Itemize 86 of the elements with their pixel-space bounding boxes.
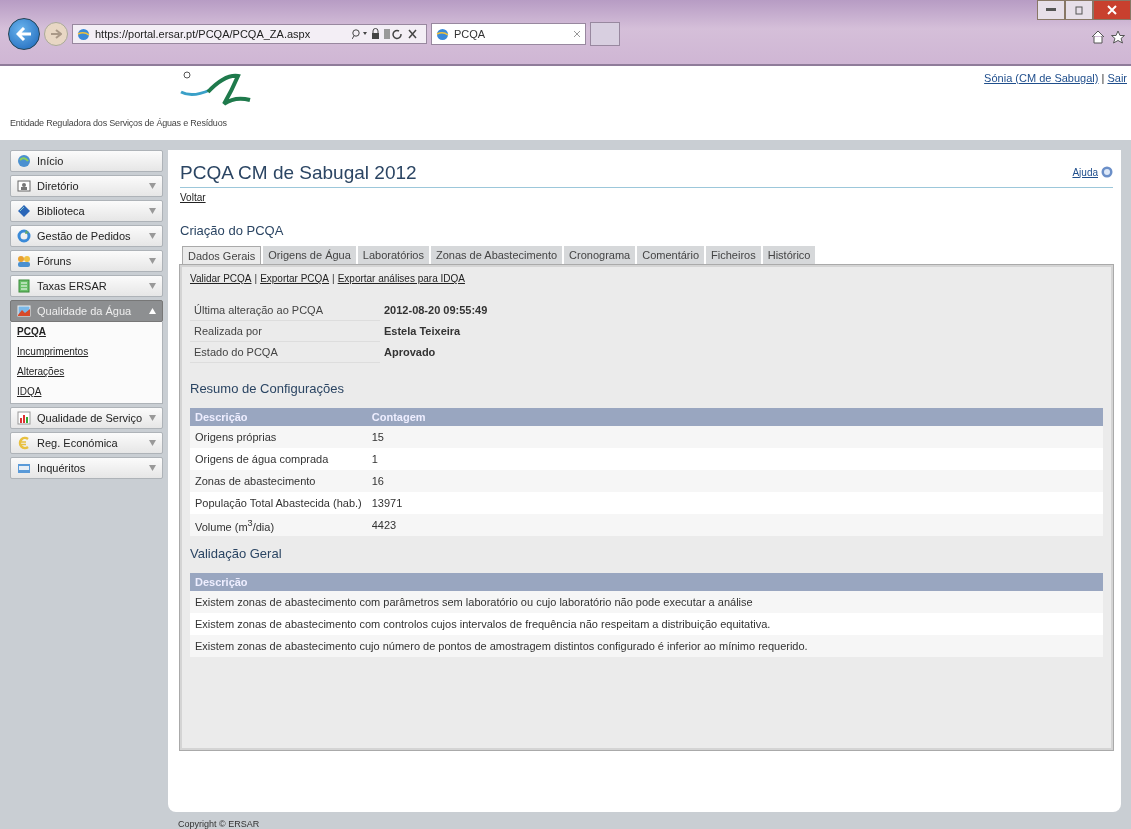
page-title: PCQA CM de Sabugal 2012 — [180, 162, 417, 184]
action-link[interactable]: Validar PCQA — [190, 273, 252, 284]
table-cell: Origens próprias — [190, 426, 367, 448]
table-cell: 1 — [366, 448, 1103, 470]
submenu-link[interactable]: Alterações — [17, 366, 65, 377]
euro-icon — [17, 436, 31, 450]
sidebar-item[interactable]: Inquéritos — [10, 457, 163, 479]
separator-text: | — [1101, 72, 1105, 84]
action-link[interactable]: Exportar PCQA — [260, 273, 330, 284]
submenu-link[interactable]: IDQA — [17, 386, 42, 397]
section-title: Resumo de Configurações — [190, 381, 345, 396]
caret-icon — [149, 440, 156, 446]
tab[interactable]: Origens de Água — [263, 246, 356, 265]
spreadsheet-icon — [17, 279, 31, 293]
sidebar-item[interactable]: Diretório — [10, 175, 163, 197]
table-cell: 16 — [366, 470, 1103, 492]
column-header: Descrição — [190, 408, 367, 426]
contact-card-icon — [17, 179, 31, 193]
help-link[interactable]: Ajuda — [1072, 166, 1098, 178]
caret-icon — [149, 465, 156, 471]
minimize-icon — [1046, 8, 1056, 12]
table-cell: Existem zonas de abastecimento com parâmetros sem laboratório ou cujo laboratório não pode executar a análise — [190, 591, 1103, 613]
book-icon — [17, 204, 31, 218]
column-header: Descrição — [190, 573, 1103, 591]
sidebar-item[interactable]: Taxas ERSAR — [10, 275, 163, 297]
table-cell: Existem zonas de abastecimento cujo número de pontos de amostragem distintos configurado é inferior ao mínimo requerido. — [190, 635, 1103, 657]
caret-icon — [149, 308, 156, 314]
browser-tab[interactable]: PCQA — [431, 23, 586, 45]
separator-text: | — [254, 273, 258, 284]
help-icon[interactable] — [1101, 166, 1113, 178]
star-icon[interactable] — [1111, 30, 1125, 44]
logout-link[interactable]: Sair — [1107, 72, 1127, 84]
globe-icon — [17, 154, 31, 168]
back-link[interactable]: Voltar — [180, 192, 206, 203]
section-title: Criação do PCQA — [180, 223, 285, 238]
close-icon — [1107, 5, 1117, 15]
minimize-button[interactable] — [1037, 0, 1065, 20]
home-icon[interactable] — [1091, 30, 1105, 44]
section-title: Validação Geral — [190, 546, 283, 561]
back-button[interactable] — [8, 18, 40, 50]
address-bar[interactable]: https://portal.ersar.pt/PCQA/PCQA_ZA.aspx — [72, 24, 427, 44]
tab[interactable]: Ficheiros — [706, 246, 761, 265]
maximize-button[interactable] — [1065, 0, 1093, 20]
sidebar-item[interactable]: Qualidade de Serviço — [10, 407, 163, 429]
table-cell: Zonas de abastecimento — [190, 470, 367, 492]
separator-text: | — [332, 273, 335, 284]
maximize-icon — [1075, 5, 1083, 15]
caret-icon — [149, 415, 156, 421]
user-link[interactable]: Sónia (CM de Sabugal) — [984, 72, 1099, 84]
table-cell: Volume (m$^{3}$/dia) — [190, 514, 367, 536]
sidebar-item[interactable]: Gestão de Pedidos — [10, 225, 163, 247]
left-arrow-icon — [16, 27, 32, 41]
table-cell: 15 — [366, 426, 1103, 448]
action-link[interactable]: Exportar análises para IDQA — [337, 273, 465, 284]
sidebar-item[interactable]: Início — [10, 150, 163, 172]
organization-name: Entidade Reguladora dos Serviços de Águas e Resíduos — [10, 118, 227, 128]
table-cell: Origens de água comprada — [190, 448, 367, 470]
table-cell: População Total Abastecida (hab.) — [190, 492, 367, 514]
close-button[interactable] — [1093, 0, 1131, 20]
table-cell: 13971 — [366, 492, 1103, 514]
field-value: Aprovado — [383, 345, 437, 360]
tab-title: PCQA — [454, 28, 487, 40]
sidebar-item[interactable]: Biblioteca — [10, 200, 163, 222]
right-arrow-icon — [50, 29, 62, 39]
globe-icon — [436, 27, 449, 41]
copyright-text: Copyright © ERSAR — [177, 818, 261, 829]
url-text: https://portal.ersar.pt/PCQA/PCQA_ZA.aspx — [95, 28, 312, 40]
caret-icon — [149, 283, 156, 289]
submenu-link[interactable]: PCQA — [17, 326, 46, 337]
picture-icon — [17, 304, 31, 318]
caret-icon — [149, 258, 156, 264]
sidebar-item[interactable]: Reg. Económica — [10, 432, 163, 454]
globe-icon — [77, 27, 90, 41]
people-icon — [17, 254, 31, 268]
caret-icon — [149, 183, 156, 189]
table-cell: Existem zonas de abastecimento com controlos cujos intervalos de frequência não respeitam a distribuição equitativa. — [190, 613, 1103, 635]
column-header: Contagem — [366, 408, 1103, 426]
caret-icon — [149, 233, 156, 239]
submenu-link[interactable]: Incumprimentos — [17, 346, 89, 357]
caret-icon — [149, 208, 156, 214]
field-value: 2012-08-20 09:55:49 — [383, 303, 489, 318]
close-icon[interactable] — [573, 30, 581, 38]
sidebar-item[interactable]: Fóruns — [10, 250, 163, 272]
table-cell: 4423 — [366, 514, 1103, 536]
bar-chart-icon — [17, 411, 31, 425]
field-value: Estela Teixeira — [383, 324, 462, 339]
